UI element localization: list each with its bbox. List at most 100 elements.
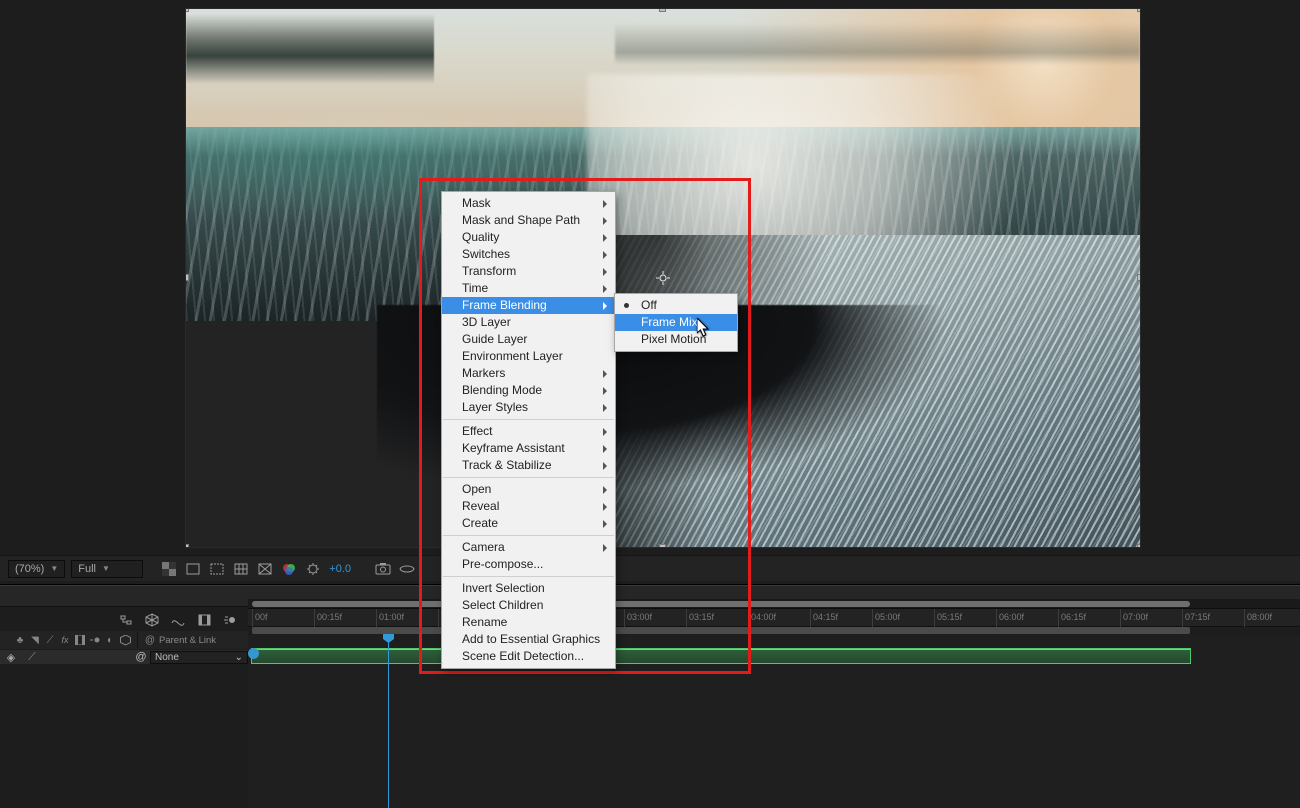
zoom-dropdown[interactable]: (70%) ▼ xyxy=(8,560,65,578)
cti-knob[interactable] xyxy=(383,634,394,643)
transform-handle[interactable] xyxy=(1137,8,1141,12)
menu-item-reveal[interactable]: Reveal xyxy=(442,498,615,515)
layer-context-menu[interactable]: MaskMask and Shape PathQualitySwitchesTr… xyxy=(441,191,616,669)
chevron-down-icon: ▼ xyxy=(102,564,110,573)
menu-item-mask-and-shape-path[interactable]: Mask and Shape Path xyxy=(442,212,615,229)
parent-value: None xyxy=(155,652,179,663)
fx-column-icon[interactable]: fx xyxy=(59,634,71,646)
menu-item-keyframe-assistant[interactable]: Keyframe Assistant xyxy=(442,440,615,457)
menu-item-pre-compose[interactable]: Pre-compose... xyxy=(442,556,615,573)
mask-visibility-icon[interactable] xyxy=(185,561,201,577)
layer-row[interactable]: ◈ ⟋ @ None ⌄ xyxy=(0,649,248,664)
menu-item-layer-styles[interactable]: Layer Styles xyxy=(442,399,615,416)
av-features-icon[interactable]: ♣ xyxy=(14,634,26,646)
channel-icon[interactable] xyxy=(281,561,297,577)
ruler-tick-label: 00f xyxy=(255,612,268,622)
zoom-value: (70%) xyxy=(15,563,44,575)
label-icon[interactable]: ◥ xyxy=(29,634,41,646)
time-nav-start-handle[interactable] xyxy=(248,648,259,659)
menu-item-quality[interactable]: Quality xyxy=(442,229,615,246)
submenu-item-pixel-motion[interactable]: Pixel Motion xyxy=(615,331,737,348)
resolution-dropdown[interactable]: Full ▼ xyxy=(71,560,143,578)
ruler-tick-label: 04:00f xyxy=(751,612,776,622)
visibility-toggle-icon[interactable]: ◈ xyxy=(0,651,22,664)
parent-dropdown[interactable]: None ⌄ xyxy=(150,651,248,664)
menu-item-invert-selection[interactable]: Invert Selection xyxy=(442,580,615,597)
transform-handle[interactable] xyxy=(659,8,666,12)
adjustment-col-icon[interactable]: ◐ xyxy=(104,634,116,646)
menu-item-blending-mode[interactable]: Blending Mode xyxy=(442,382,615,399)
exposure-reset-icon[interactable] xyxy=(305,561,321,577)
ruler-tick-label: 00:15f xyxy=(317,612,342,622)
viewer-option-icons: +0.0 xyxy=(161,561,415,577)
menu-item-scene-edit-detection[interactable]: Scene Edit Detection... xyxy=(442,648,615,665)
timeline-tracks[interactable] xyxy=(248,635,1300,808)
transform-handle[interactable] xyxy=(1137,274,1141,281)
parent-link-header: Parent & Link xyxy=(159,635,216,646)
menu-item-guide-layer[interactable]: Guide Layer xyxy=(442,331,615,348)
frame-blend-icon[interactable] xyxy=(196,612,212,628)
menu-item-transform[interactable]: Transform xyxy=(442,263,615,280)
submenu-item-frame-mix[interactable]: Frame Mix xyxy=(615,314,737,331)
composition-viewer[interactable] xyxy=(185,8,1141,548)
preview-treeline xyxy=(186,14,434,84)
menu-item-add-to-essential-graphics[interactable]: Add to Essential Graphics xyxy=(442,631,615,648)
time-ruler[interactable]: 00f00:15f01:00f01:15f02:00f02:15f03:00f0… xyxy=(248,609,1300,627)
exposure-value[interactable]: +0.0 xyxy=(329,561,351,577)
preview-treeline xyxy=(615,23,1140,65)
guides-icon[interactable] xyxy=(257,561,273,577)
motion-blur-col-icon[interactable] xyxy=(89,634,101,646)
layer-duration-bar[interactable] xyxy=(252,649,1190,663)
preview-canvas[interactable] xyxy=(185,8,1141,548)
grid-icon[interactable] xyxy=(233,561,249,577)
anchor-point-icon[interactable] xyxy=(656,271,670,285)
show-snapshot-icon[interactable] xyxy=(399,561,415,577)
ruler-tick-label: 07:00f xyxy=(1123,612,1148,622)
menu-item-markers[interactable]: Markers xyxy=(442,365,615,382)
menu-item-time[interactable]: Time xyxy=(442,280,615,297)
transparency-grid-icon[interactable] xyxy=(161,561,177,577)
shy-icon[interactable] xyxy=(170,612,186,628)
transform-handle[interactable] xyxy=(185,8,189,12)
menu-item-effect[interactable]: Effect xyxy=(442,423,615,440)
current-time-indicator[interactable] xyxy=(388,635,389,808)
timeline-panel: ♣ ◥ ⟋ fx ◐ @ Parent & Link ◈ ⟋ @ None ⌄ … xyxy=(0,584,1300,808)
timeline-tool-icons xyxy=(0,609,240,631)
menu-item-rename[interactable]: Rename xyxy=(442,614,615,631)
ruler-tick-label: 03:15f xyxy=(689,612,714,622)
time-navigator[interactable] xyxy=(248,599,1300,609)
motion-blur-icon[interactable] xyxy=(222,612,238,628)
menu-item-environment-layer[interactable]: Environment Layer xyxy=(442,348,615,365)
menu-item-mask[interactable]: Mask xyxy=(442,195,615,212)
menu-item-open[interactable]: Open xyxy=(442,481,615,498)
shy-column-icon[interactable]: ⟋ xyxy=(44,634,56,646)
menu-item-select-children[interactable]: Select Children xyxy=(442,597,615,614)
draft3d-icon[interactable] xyxy=(144,612,160,628)
menu-item-frame-blending[interactable]: Frame Blending xyxy=(442,297,615,314)
3d-col-icon[interactable] xyxy=(119,634,131,646)
menu-item-track-stabilize[interactable]: Track & Stabilize xyxy=(442,457,615,474)
menu-item-create[interactable]: Create xyxy=(442,515,615,532)
submenu-item-off[interactable]: Off xyxy=(615,297,737,314)
transform-handle[interactable] xyxy=(659,544,666,548)
transform-handle[interactable] xyxy=(185,274,189,281)
transform-handle[interactable] xyxy=(1137,544,1141,548)
layer-switches[interactable]: ⟋ xyxy=(22,651,132,664)
menu-item-3d-layer[interactable]: 3D Layer xyxy=(442,314,615,331)
chevron-down-icon: ▼ xyxy=(50,564,58,573)
roi-icon[interactable] xyxy=(209,561,225,577)
menu-item-camera[interactable]: Camera xyxy=(442,539,615,556)
parent-pickwhip-icon[interactable]: @ xyxy=(132,651,150,663)
parent-pickwhip-icon[interactable]: @ xyxy=(144,634,156,646)
ruler-tick-label: 04:15f xyxy=(813,612,838,622)
transform-handle[interactable] xyxy=(185,544,189,548)
menu-item-switches[interactable]: Switches xyxy=(442,246,615,263)
comp-flowchart-icon[interactable] xyxy=(118,612,134,628)
frame-blending-submenu[interactable]: OffFrame MixPixel Motion xyxy=(614,293,738,352)
snapshot-icon[interactable] xyxy=(375,561,391,577)
work-area[interactable] xyxy=(248,627,1300,635)
time-navigator-thumb[interactable] xyxy=(252,601,1190,607)
ruler-tick-label: 06:15f xyxy=(1061,612,1086,622)
frame-blend-col-icon[interactable] xyxy=(74,634,86,646)
work-area-bar[interactable] xyxy=(252,627,1190,634)
